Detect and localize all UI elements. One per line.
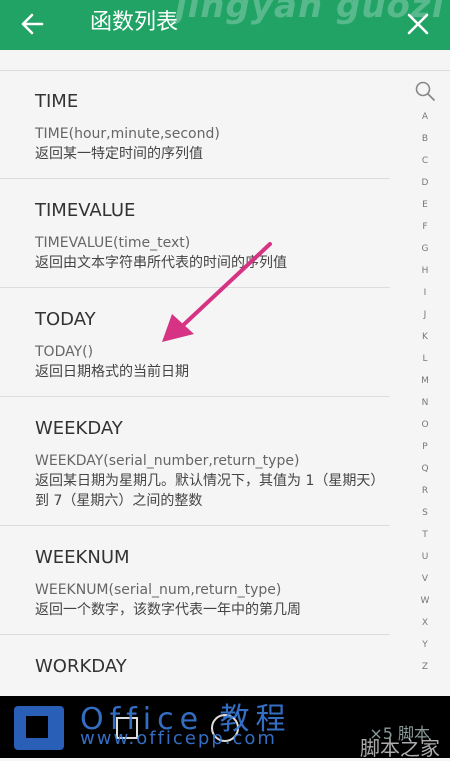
function-name: TIME	[35, 91, 79, 112]
function-list: TIME TIME(hour,minute,second) 返回某一特定时间的序列值…	[0, 70, 390, 704]
index-letter[interactable]: W	[414, 590, 436, 612]
search-icon[interactable]	[414, 80, 436, 102]
function-name: WEEKDAY	[35, 418, 123, 439]
index-letter[interactable]: Q	[414, 458, 436, 480]
watermark-office-url: www.officepp.com	[80, 728, 277, 749]
close-icon[interactable]	[402, 8, 434, 40]
index-letter[interactable]: T	[414, 524, 436, 546]
function-name: WORKDAY	[35, 656, 127, 677]
index-letter[interactable]: U	[414, 546, 436, 568]
index-letter[interactable]: F	[414, 216, 436, 238]
index-letter[interactable]: X	[414, 612, 436, 634]
index-letter[interactable]: G	[414, 238, 436, 260]
index-letter[interactable]: V	[414, 568, 436, 590]
index-letter[interactable]: A	[414, 106, 436, 128]
back-arrow-icon[interactable]	[16, 8, 48, 40]
page-title: 函数列表	[90, 10, 179, 35]
function-signature: TIME(hour,minute,second)	[35, 126, 220, 142]
index-letter[interactable]: I	[414, 282, 436, 304]
function-signature: WEEKNUM(serial_num,return_type)	[35, 582, 282, 598]
function-description: 返回某日期为星期几。默认情况下，其值为 1（星期天）到 7（星期六）之间的整数	[35, 473, 385, 509]
index-letter[interactable]: P	[414, 436, 436, 458]
index-letter[interactable]: N	[414, 392, 436, 414]
function-signature: TODAY()	[35, 344, 94, 360]
function-name: TIMEVALUE	[35, 200, 136, 221]
list-item[interactable]: TIME TIME(hour,minute,second) 返回某一特定时间的序列值	[0, 70, 390, 179]
index-letter[interactable]: M	[414, 370, 436, 392]
index-letter[interactable]: H	[414, 260, 436, 282]
app-bar: 函数列表 jingyan guozi	[0, 0, 450, 50]
index-letter[interactable]: Z	[414, 656, 436, 678]
index-letter[interactable]: L	[414, 348, 436, 370]
function-description: 返回日期格式的当前日期	[35, 364, 189, 380]
function-name: TODAY	[35, 309, 96, 330]
index-letter[interactable]: Y	[414, 634, 436, 656]
index-letter[interactable]: J	[414, 304, 436, 326]
function-description: 返回一个数字，该数字代表一年中的第几周	[35, 602, 301, 618]
watermark-right-bottom: 脚本之家	[360, 736, 440, 760]
index-letter[interactable]: S	[414, 502, 436, 524]
office-logo-icon	[14, 706, 64, 750]
index-letter[interactable]: D	[414, 172, 436, 194]
list-item[interactable]: WEEKDAY WEEKDAY(serial_number,return_type…	[0, 397, 390, 526]
list-item[interactable]: WEEKNUM WEEKNUM(serial_num,return_type) 返回…	[0, 526, 390, 635]
index-letter[interactable]: B	[414, 128, 436, 150]
list-item[interactable]: TIMEVALUE TIMEVALUE(time_text) 返回由文本字符串所代表…	[0, 179, 390, 288]
index-letter[interactable]: R	[414, 480, 436, 502]
index-letter[interactable]: O	[414, 414, 436, 436]
function-description: 返回某一特定时间的序列值	[35, 146, 203, 162]
function-name: WEEKNUM	[35, 547, 130, 568]
index-letter[interactable]: K	[414, 326, 436, 348]
index-letter[interactable]: C	[414, 150, 436, 172]
index-letter[interactable]: E	[414, 194, 436, 216]
list-item[interactable]: TODAY TODAY() 返回日期格式的当前日期	[0, 288, 390, 397]
alphabet-index[interactable]: ABCDEFGHIJKLMNOPQRSTUVWXYZ	[414, 80, 436, 678]
function-signature: WEEKDAY(serial_number,return_type)	[35, 453, 300, 469]
function-signature: TIMEVALUE(time_text)	[35, 235, 191, 251]
function-description: 返回由文本字符串所代表的时间的序列值	[35, 255, 287, 271]
